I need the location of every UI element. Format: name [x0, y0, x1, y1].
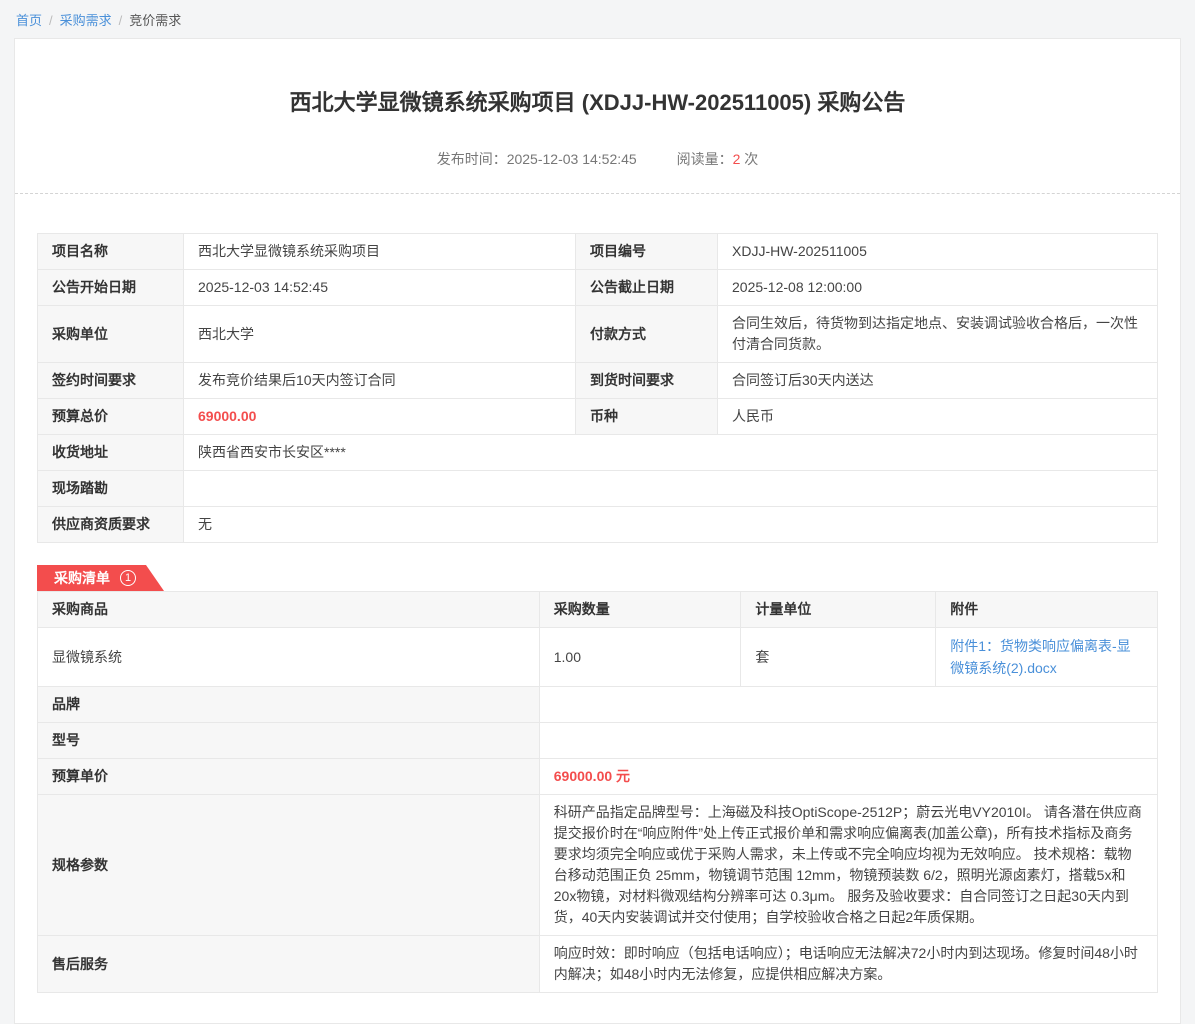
table-header-row: 采购商品 采购数量 计量单位 附件 — [38, 592, 1158, 628]
item-unit: 套 — [741, 628, 936, 687]
field-value: 陕西省西安市长安区**** — [184, 435, 1158, 471]
column-header-unit: 计量单位 — [741, 592, 936, 628]
field-label: 售后服务 — [38, 936, 540, 993]
table-row: 品牌 — [38, 687, 1158, 723]
meta-line: 发布时间：2025-12-03 14:52:45 阅读量：2 次 — [55, 149, 1140, 193]
field-label: 公告截止日期 — [576, 270, 718, 306]
field-value — [184, 471, 1158, 507]
field-label: 到货时间要求 — [576, 363, 718, 399]
column-header-goods: 采购商品 — [38, 592, 540, 628]
table-row: 供应商资质要求 无 — [38, 507, 1158, 543]
table-row: 预算总价 69000.00 币种 人民币 — [38, 399, 1158, 435]
field-value: 西北大学 — [184, 306, 576, 363]
table-row: 规格参数 科研产品指定品牌型号：上海磁及科技OptiScope-2512P；蔚云… — [38, 795, 1158, 936]
field-label: 供应商资质要求 — [38, 507, 184, 543]
table-row: 现场踏勘 — [38, 471, 1158, 507]
field-label: 签约时间要求 — [38, 363, 184, 399]
field-label: 规格参数 — [38, 795, 540, 936]
breadcrumb-purchase-demand-link[interactable]: 采购需求 — [60, 13, 112, 28]
field-label: 型号 — [38, 723, 540, 759]
item-attachment-cell: 附件1：货物类响应偏离表-显微镜系统(2).docx — [936, 628, 1158, 687]
field-value: 2025-12-03 14:52:45 — [184, 270, 576, 306]
item-goods-name: 显微镜系统 — [38, 628, 540, 687]
table-row: 收货地址 陕西省西安市长安区**** — [38, 435, 1158, 471]
table-row: 采购单位 西北大学 付款方式 合同生效后，待货物到达指定地点、安装调试验收合格后… — [38, 306, 1158, 363]
breadcrumb-separator: / — [119, 13, 123, 28]
read-count-value: 2 — [733, 151, 741, 167]
purchase-list-section-header: 采购清单 1 — [37, 565, 1158, 591]
column-header-attachment: 附件 — [936, 592, 1158, 628]
field-label: 预算总价 — [38, 399, 184, 435]
field-label: 项目编号 — [576, 234, 718, 270]
purchase-list-count-badge: 1 — [120, 570, 136, 586]
field-value: 发布竞价结果后10天内签订合同 — [184, 363, 576, 399]
purchase-item-row: 显微镜系统 1.00 套 附件1：货物类响应偏离表-显微镜系统(2).docx — [38, 628, 1158, 687]
table-row: 项目名称 西北大学显微镜系统采购项目 项目编号 XDJJ-HW-20251100… — [38, 234, 1158, 270]
field-value: 人民币 — [718, 399, 1158, 435]
announcement-header: 西北大学显微镜系统采购项目 (XDJJ-HW-202511005) 采购公告 发… — [15, 39, 1180, 193]
read-count: 阅读量：2 次 — [677, 151, 759, 167]
field-value: XDJJ-HW-202511005 — [718, 234, 1158, 270]
table-row: 公告开始日期 2025-12-03 14:52:45 公告截止日期 2025-1… — [38, 270, 1158, 306]
table-row: 签约时间要求 发布竞价结果后10天内签订合同 到货时间要求 合同签订后30天内送… — [38, 363, 1158, 399]
field-label: 项目名称 — [38, 234, 184, 270]
page-title: 西北大学显微镜系统采购项目 (XDJJ-HW-202511005) 采购公告 — [55, 88, 1140, 118]
budget-unit-price-value: 69000.00 元 — [539, 759, 1157, 795]
table-row: 预算单价 69000.00 元 — [38, 759, 1158, 795]
field-label: 采购单位 — [38, 306, 184, 363]
purchase-list-tag-label: 采购清单 — [54, 568, 110, 588]
breadcrumb-current: 竞价需求 — [129, 13, 181, 28]
column-header-quantity: 采购数量 — [539, 592, 741, 628]
field-value: 合同生效后，待货物到达指定地点、安装调试验收合格后，一次性付清合同货款。 — [718, 306, 1158, 363]
field-label: 付款方式 — [576, 306, 718, 363]
field-label: 现场踏勘 — [38, 471, 184, 507]
breadcrumb-separator: / — [49, 13, 53, 28]
attachment-link[interactable]: 附件1：货物类响应偏离表-显微镜系统(2).docx — [950, 638, 1130, 676]
field-value: 无 — [184, 507, 1158, 543]
field-label: 公告开始日期 — [38, 270, 184, 306]
field-value: 2025-12-08 12:00:00 — [718, 270, 1158, 306]
field-value: 西北大学显微镜系统采购项目 — [184, 234, 576, 270]
field-label: 预算单价 — [38, 759, 540, 795]
purchase-list-table: 采购商品 采购数量 计量单位 附件 显微镜系统 1.00 套 附件1：货物类响应… — [37, 591, 1158, 993]
breadcrumb-home-link[interactable]: 首页 — [16, 13, 42, 28]
announcement-card: 西北大学显微镜系统采购项目 (XDJJ-HW-202511005) 采购公告 发… — [14, 38, 1181, 1024]
announcement-body: 项目名称 西北大学显微镜系统采购项目 项目编号 XDJJ-HW-20251100… — [15, 194, 1180, 1023]
project-info-table: 项目名称 西北大学显微镜系统采购项目 项目编号 XDJJ-HW-20251100… — [37, 233, 1158, 543]
budget-total-value: 69000.00 — [184, 399, 576, 435]
breadcrumb: 首页 / 采购需求 / 竞价需求 — [0, 0, 1195, 38]
item-quantity: 1.00 — [539, 628, 741, 687]
field-label: 品牌 — [38, 687, 540, 723]
field-value: 合同签订后30天内送达 — [718, 363, 1158, 399]
after-sale-value: 响应时效：即时响应（包括电话响应）；电话响应无法解决72小时内到达现场。修复时间… — [539, 936, 1157, 993]
model-value — [539, 723, 1157, 759]
field-label: 收货地址 — [38, 435, 184, 471]
publish-time: 发布时间：2025-12-03 14:52:45 — [437, 151, 637, 167]
brand-value — [539, 687, 1157, 723]
table-row: 售后服务 响应时效：即时响应（包括电话响应）；电话响应无法解决72小时内到达现场… — [38, 936, 1158, 993]
purchase-list-tag: 采购清单 1 — [37, 565, 164, 591]
spec-value: 科研产品指定品牌型号：上海磁及科技OptiScope-2512P；蔚云光电VY2… — [539, 795, 1157, 936]
table-row: 型号 — [38, 723, 1158, 759]
field-label: 币种 — [576, 399, 718, 435]
